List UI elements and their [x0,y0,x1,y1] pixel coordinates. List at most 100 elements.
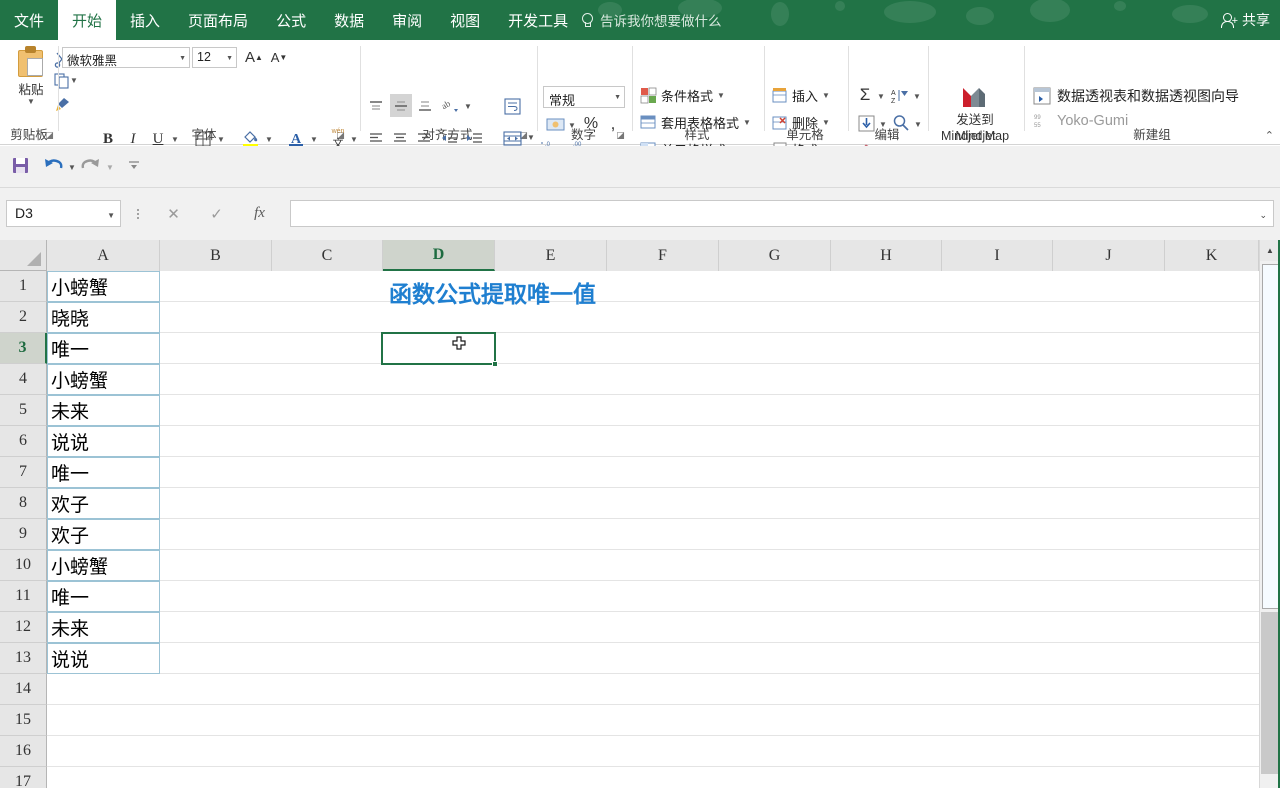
align-middle-button[interactable] [390,94,412,117]
tab-view[interactable]: 视图 [436,0,494,40]
send-to-mindjet-button[interactable]: 发送到 Mindjet Map [930,82,1020,144]
cell-A9[interactable]: 欢子 [47,519,160,550]
autosum-chevron-down-icon[interactable]: ▼ [877,93,885,101]
formula-bar-grip[interactable] [133,204,143,224]
fill-chevron-down-icon[interactable]: ▼ [879,121,887,129]
cell-A8[interactable]: 欢子 [47,488,160,519]
row-header-16[interactable]: 16 [0,736,47,767]
row-header-4[interactable]: 4 [0,364,47,395]
column-header-H[interactable]: H [831,240,942,271]
find-select-button[interactable] [890,113,912,133]
row-header-17[interactable]: 17 [0,767,47,788]
conditional-formatting-button[interactable]: 条件格式 ▼ [640,86,725,105]
clipboard-dialog-launcher[interactable]: ◪ [44,130,55,141]
column-header-A[interactable]: A [47,240,160,271]
tab-developer[interactable]: 开发工具 [494,0,582,40]
align-center-button[interactable] [390,128,410,148]
cell-A6[interactable]: 说说 [47,426,160,457]
row-header-7[interactable]: 7 [0,457,47,488]
tab-insert[interactable]: 插入 [116,0,174,40]
number-format-combobox[interactable]: 常规 ▼ [543,86,625,108]
enter-formula-button[interactable]: ✓ [195,200,238,227]
orientation-button[interactable]: ab [440,96,462,116]
align-right-button[interactable] [414,128,434,148]
cell-A1[interactable]: 小螃蟹 [47,271,160,302]
align-top-button[interactable] [366,96,386,116]
tab-file[interactable]: 文件 [0,0,58,40]
number-format-chevron-down-icon[interactable]: ▼ [614,94,621,101]
fill-button[interactable] [855,113,877,133]
increase-indent-button[interactable] [464,128,486,148]
font-color-chevron-down-icon[interactable]: ▼ [310,136,318,144]
increase-font-size-button[interactable]: A ▲ [243,47,265,68]
fill-color-chevron-down-icon[interactable]: ▼ [265,136,273,144]
comma-style-button[interactable]: , [604,114,622,134]
collapse-ribbon-button[interactable]: ⌃ [1265,129,1274,142]
find-chevron-down-icon[interactable]: ▼ [914,121,922,129]
row-header-10[interactable]: 10 [0,550,47,581]
tab-home[interactable]: 开始 [58,0,117,40]
customize-qat-button[interactable] [124,154,144,176]
column-header-J[interactable]: J [1053,240,1165,271]
format-as-table-chevron-down-icon[interactable]: ▼ [743,118,751,127]
undo-button[interactable] [42,154,64,176]
conditional-formatting-chevron-down-icon[interactable]: ▼ [717,91,725,100]
font-size-combobox[interactable]: 12 ▼ [192,47,237,68]
sort-filter-chevron-down-icon[interactable]: ▼ [913,93,921,101]
cell-D1-title[interactable]: 函数公式提取唯一值 [389,275,596,309]
redo-button[interactable] [80,154,102,176]
row-header-8[interactable]: 8 [0,488,47,519]
name-box[interactable]: D3 ▼ [6,200,121,227]
column-header-D[interactable]: D [383,240,495,271]
cell-A2[interactable]: 晓晓 [47,302,160,333]
column-header-F[interactable]: F [607,240,719,271]
wrap-text-button[interactable] [500,94,524,118]
delete-cells-chevron-down-icon[interactable]: ▼ [822,118,830,127]
column-header-G[interactable]: G [719,240,831,271]
underline-chevron-down-icon[interactable]: ▼ [171,136,179,144]
align-left-button[interactable] [366,128,386,148]
cell-A4[interactable]: 小螃蟹 [47,364,160,395]
row-header-3[interactable]: 3 [0,333,47,364]
select-all-button[interactable] [0,240,47,271]
row-header-2[interactable]: 2 [0,302,47,333]
percent-style-button[interactable]: % [581,114,601,134]
column-header-B[interactable]: B [160,240,272,271]
expand-formula-bar-chevron-down-icon[interactable]: ⌄ [1259,210,1267,221]
column-header-I[interactable]: I [942,240,1053,271]
phonetic-chevron-down-icon[interactable]: ▼ [350,136,358,144]
row-header-14[interactable]: 14 [0,674,47,705]
undo-chevron-down-icon[interactable]: ▼ [68,164,76,172]
accounting-format-button[interactable] [544,114,566,134]
name-box-chevron-down-icon[interactable]: ▼ [107,211,115,220]
cells-area[interactable]: 小螃蟹 晓晓 唯一 小螃蟹 未来 说说 唯一 欢子 欢子 小螃蟹 唯一 未来 说… [47,271,1259,788]
autosum-button[interactable]: Σ [855,85,875,105]
accounting-chevron-down-icon[interactable]: ▼ [568,122,576,130]
orientation-chevron-down-icon[interactable]: ▼ [464,103,472,111]
column-header-E[interactable]: E [495,240,607,271]
pivot-wizard-button[interactable]: 数据透视表和数据透视图向导 [1033,86,1239,106]
decrease-font-size-button[interactable]: A ▼ [268,47,290,68]
paste-button[interactable]: 粘贴 ▼ [8,46,54,106]
cell-A12[interactable]: 未来 [47,612,160,643]
format-as-table-button[interactable]: 套用表格格式 ▼ [640,113,751,132]
vertical-scrollbar[interactable]: ▲ [1259,240,1280,788]
tell-me-box[interactable]: 告诉我你想要做什么 [580,0,722,40]
insert-function-button[interactable]: fx [238,200,281,227]
row-header-15[interactable]: 15 [0,705,47,736]
cell-A7[interactable]: 唯一 [47,457,160,488]
row-header-11[interactable]: 11 [0,581,47,612]
column-header-C[interactable]: C [272,240,383,271]
tab-page-layout[interactable]: 页面布局 [174,0,262,40]
save-button[interactable] [10,154,30,176]
row-header-6[interactable]: 6 [0,426,47,457]
insert-cells-button[interactable]: 插入 ▼ [772,86,830,105]
align-bottom-button[interactable] [415,96,435,116]
cell-A11[interactable]: 唯一 [47,581,160,612]
delete-cells-button[interactable]: 删除 ▼ [772,113,830,132]
cell-A3[interactable]: 唯一 [47,333,160,364]
redo-chevron-down-icon[interactable]: ▼ [106,164,114,172]
row-header-9[interactable]: 9 [0,519,47,550]
formula-input[interactable]: ⌄ [290,200,1274,227]
cancel-formula-button[interactable]: ✕ [152,200,195,227]
